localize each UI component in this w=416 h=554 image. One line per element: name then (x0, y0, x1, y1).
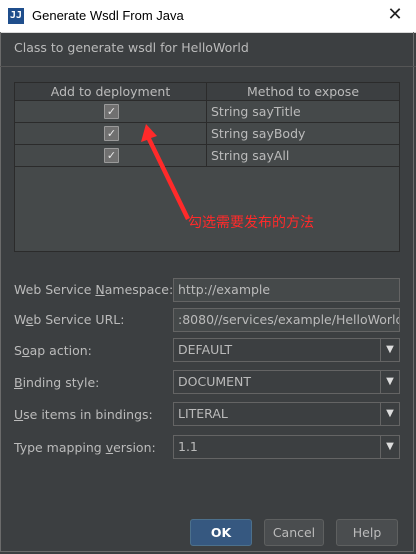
type-mapping-value: 1.1 (178, 439, 198, 454)
table-row[interactable]: ✓ String sayBody (15, 123, 399, 145)
url-input[interactable]: :8080//services/example/HelloWorld (173, 308, 400, 332)
close-button[interactable]: ✕ (384, 4, 406, 26)
cancel-button[interactable]: Cancel (264, 519, 324, 546)
add-to-deployment-checkbox[interactable]: ✓ (104, 104, 119, 119)
method-name: String sayAll (211, 148, 290, 163)
table-header: Add to deployment Method to expose (15, 83, 399, 101)
chevron-down-icon[interactable]: ▼ (380, 371, 399, 393)
method-name: String sayTitle (211, 104, 301, 119)
column-header-add-to-deployment[interactable]: Add to deployment (15, 83, 207, 100)
binding-style-select[interactable]: DOCUMENT ▼ (173, 370, 400, 394)
checkbox-cell: ✓ (15, 101, 207, 122)
soap-action-select[interactable]: DEFAULT ▼ (173, 338, 400, 362)
add-to-deployment-checkbox[interactable]: ✓ (104, 126, 119, 141)
binding-style-value: DOCUMENT (178, 374, 252, 389)
window-title: Generate Wsdl From Java (32, 8, 184, 23)
chevron-down-icon[interactable]: ▼ (380, 403, 399, 425)
type-mapping-select[interactable]: 1.1 ▼ (173, 435, 400, 459)
annotation-text: 勾选需要发布的方法 (188, 215, 314, 231)
intellij-app-icon: JJ (8, 8, 24, 24)
help-button[interactable]: Help (336, 519, 398, 546)
title-bar: JJ Generate Wsdl From Java ✕ (0, 0, 416, 33)
close-icon[interactable]: ✕ (387, 4, 402, 25)
use-items-label: Use items in bindings: (14, 407, 153, 422)
table-row[interactable]: ✓ String sayTitle (15, 101, 399, 123)
type-mapping-label: Type mapping version: (14, 440, 156, 455)
binding-style-label: Binding style: (14, 375, 100, 390)
use-items-value: LITERAL (178, 406, 228, 421)
chevron-down-icon[interactable]: ▼ (380, 436, 399, 458)
chevron-down-icon[interactable]: ▼ (380, 339, 399, 361)
table-row[interactable]: ✓ String sayAll (15, 145, 399, 167)
column-header-method-to-expose[interactable]: Method to expose (207, 83, 399, 100)
namespace-input[interactable]: http://example (173, 278, 400, 302)
dialog-subtitle: Class to generate wsdl for HelloWorld (14, 40, 249, 55)
namespace-label: Web Service Namespace: (14, 282, 174, 297)
use-items-select[interactable]: LITERAL ▼ (173, 402, 400, 426)
divider (0, 66, 416, 67)
add-to-deployment-checkbox[interactable]: ✓ (104, 148, 119, 163)
url-label: Web Service URL: (14, 312, 125, 327)
soap-action-value: DEFAULT (178, 342, 233, 357)
soap-action-label: Soap action: (14, 343, 92, 358)
ok-button[interactable]: OK (190, 519, 252, 546)
method-name: String sayBody (211, 126, 306, 141)
